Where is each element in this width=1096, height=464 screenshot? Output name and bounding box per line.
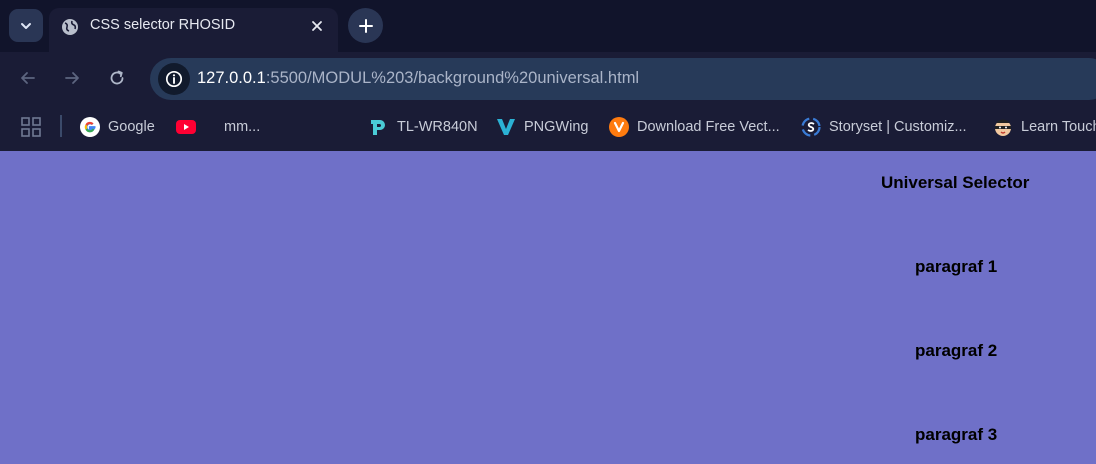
bookmark-label: Learn Touch — [1021, 119, 1096, 135]
bookmark-google[interactable]: Google — [80, 116, 155, 138]
bookmark-label: mm... — [224, 119, 261, 135]
bookmark-vecteezy[interactable]: Download Free Vect... — [609, 116, 780, 138]
back-button[interactable] — [16, 66, 40, 90]
url-host: 127.0.0.1 — [197, 69, 266, 87]
bookmark-youtube[interactable] — [176, 116, 204, 138]
apps-grid-icon — [21, 117, 41, 137]
back-arrow-icon — [21, 72, 35, 84]
plus-icon — [358, 18, 373, 33]
tplink-icon — [369, 117, 389, 137]
vecteezy-icon — [609, 117, 629, 137]
apps-button[interactable] — [21, 116, 41, 138]
bookmark-storyset[interactable]: Storyset | Customiz... — [801, 116, 967, 138]
page-heading: Universal Selector — [881, 173, 1030, 192]
reload-icon — [110, 70, 124, 85]
active-tab[interactable]: CSS selector RHOSID — [49, 8, 338, 52]
google-icon — [80, 117, 100, 137]
bookmark-mm[interactable]: mm... — [224, 116, 260, 138]
url-text: 127.0.0.1:5500/MODUL%203/background%20un… — [197, 69, 639, 88]
ninja-icon — [993, 117, 1013, 137]
paragraph-3: paragraf 3 — [915, 425, 998, 444]
paragraph-2: paragraf 2 — [915, 341, 998, 360]
info-icon — [165, 70, 183, 88]
paragraph-1: paragraf 1 — [915, 257, 998, 276]
bookmarks-bar: Google mm... TL-WR840N PNGWing Download … — [0, 104, 1096, 151]
bookmarks-separator — [60, 115, 62, 137]
youtube-icon — [176, 117, 196, 137]
tab-strip: CSS selector RHOSID — [0, 0, 1096, 52]
bookmark-tl-wr840n[interactable]: TL-WR840N — [369, 116, 478, 138]
tab-title: CSS selector RHOSID — [90, 17, 236, 33]
bookmark-pngwing[interactable]: PNGWing — [496, 116, 588, 138]
forward-arrow-icon — [65, 72, 79, 84]
bookmark-label: PNGWing — [524, 119, 589, 135]
bookmark-label: TL-WR840N — [397, 119, 478, 135]
pngwing-icon — [496, 117, 516, 137]
close-tab-button[interactable] — [306, 15, 328, 37]
new-tab-button[interactable] — [348, 8, 383, 43]
tab-search-button[interactable] — [9, 9, 43, 42]
chevron-down-icon — [21, 22, 31, 29]
bookmark-label: Google — [108, 119, 155, 135]
storyset-icon — [801, 117, 821, 137]
bookmark-label: Storyset | Customiz... — [829, 119, 967, 135]
reload-button[interactable] — [105, 66, 129, 90]
page-viewport: Universal Selector paragraf 1 paragraf 2… — [0, 151, 1096, 464]
toolbar: 127.0.0.1:5500/MODUL%203/background%20un… — [0, 52, 1096, 104]
url-path: :5500/MODUL%203/background%20universal.h… — [265, 69, 640, 87]
site-info-button[interactable] — [158, 63, 190, 95]
forward-button[interactable] — [60, 66, 84, 90]
close-icon — [312, 21, 322, 31]
globe-icon — [62, 19, 78, 35]
bookmark-learn-touch[interactable]: Learn Touch — [993, 116, 1096, 138]
address-bar[interactable]: 127.0.0.1:5500/MODUL%203/background%20un… — [150, 58, 1096, 100]
bookmark-label: Download Free Vect... — [637, 119, 780, 135]
